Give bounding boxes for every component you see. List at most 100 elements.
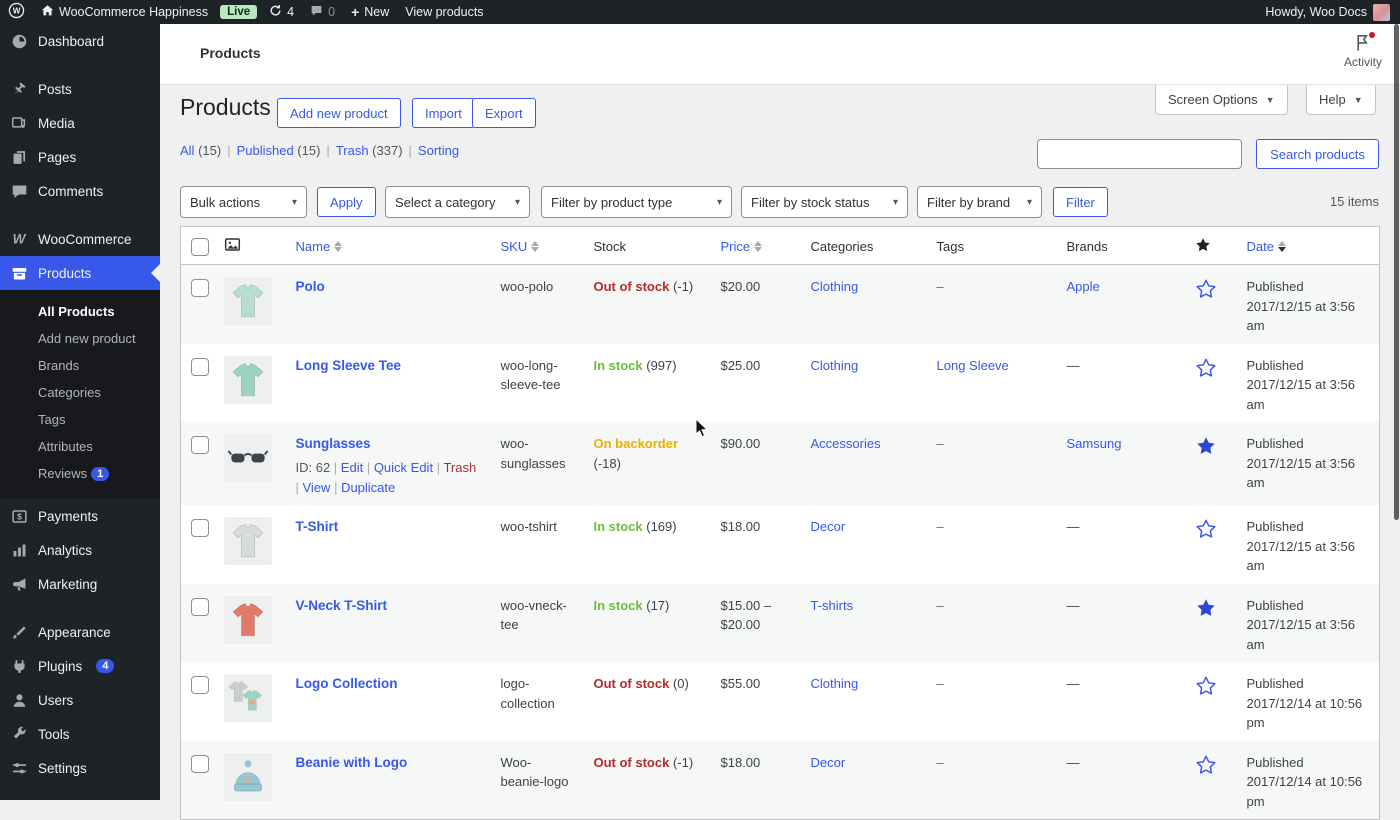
- sort-by-sku[interactable]: SKU: [501, 239, 540, 254]
- submenu-item-brands[interactable]: Brands: [0, 352, 160, 379]
- wordpress-logo-icon[interactable]: W: [0, 0, 33, 24]
- scrollbar[interactable]: [1394, 24, 1399, 520]
- site-name: WooCommerce Happiness: [59, 5, 209, 19]
- product-thumbnail[interactable]: [223, 517, 272, 566]
- help-tab[interactable]: Help ▼: [1306, 85, 1376, 115]
- category-link[interactable]: Accessories: [811, 436, 881, 451]
- filter-button[interactable]: Filter: [1053, 187, 1108, 217]
- comments-link[interactable]: 0: [302, 0, 343, 24]
- product-thumbnail[interactable]: [223, 434, 272, 482]
- sidebar-item-tools[interactable]: Tools: [0, 717, 160, 751]
- product-name-link[interactable]: T-Shirt: [296, 519, 339, 534]
- row-checkbox[interactable]: [191, 279, 209, 297]
- search-products-button[interactable]: Search products: [1256, 139, 1379, 169]
- submenu-item-attributes[interactable]: Attributes: [0, 433, 160, 460]
- stock-status-filter-select[interactable]: Filter by stock status ▾: [741, 186, 908, 218]
- sidebar-item-analytics[interactable]: Analytics: [0, 533, 160, 567]
- activity-button[interactable]: Activity: [1344, 32, 1382, 69]
- sidebar-item-posts[interactable]: Posts: [0, 72, 160, 106]
- product-name-link[interactable]: V-Neck T-Shirt: [296, 598, 388, 613]
- category-filter-select[interactable]: Select a category ▾: [385, 186, 530, 218]
- row-action-edit[interactable]: Edit: [341, 460, 363, 475]
- new-content-link[interactable]: + New: [343, 0, 397, 24]
- product-thumbnail[interactable]: [223, 355, 272, 404]
- featured-star-outline-icon[interactable]: [1195, 278, 1227, 300]
- submenu-item-reviews[interactable]: Reviews 1: [0, 460, 160, 487]
- product-name-cell: Beanie with Logo: [276, 741, 491, 820]
- row-action-duplicate[interactable]: Duplicate: [341, 480, 395, 495]
- view-link-all[interactable]: All: [180, 143, 194, 158]
- view-link-published[interactable]: Published: [237, 143, 294, 158]
- product-thumbnail[interactable]: [223, 277, 272, 325]
- view-link-sorting[interactable]: Sorting: [418, 143, 459, 158]
- featured-star-outline-icon[interactable]: [1195, 357, 1227, 379]
- account-menu[interactable]: Howdy, Woo Docs: [1265, 3, 1400, 21]
- export-button[interactable]: Export: [472, 98, 536, 128]
- submenu-item-tags[interactable]: Tags: [0, 406, 160, 433]
- featured-star-filled-icon[interactable]: [1195, 435, 1227, 457]
- sidebar-item-users[interactable]: Users: [0, 683, 160, 717]
- submenu-item-add-new-product[interactable]: Add new product: [0, 325, 160, 352]
- product-name-link[interactable]: Beanie with Logo: [296, 755, 408, 770]
- category-link[interactable]: T-shirts: [811, 598, 854, 613]
- row-checkbox[interactable]: [191, 754, 209, 773]
- category-link[interactable]: Clothing: [811, 279, 859, 294]
- featured-star-filled-icon[interactable]: [1195, 597, 1227, 619]
- product-name-link[interactable]: Polo: [296, 279, 325, 294]
- row-checkbox[interactable]: [191, 436, 209, 454]
- category-link[interactable]: Decor: [811, 755, 846, 770]
- sidebar-item-dashboard[interactable]: Dashboard: [0, 24, 160, 58]
- row-action-view[interactable]: View: [303, 480, 331, 495]
- search-input[interactable]: [1037, 139, 1242, 169]
- sidebar-item-payments[interactable]: $ Payments: [0, 499, 160, 533]
- featured-star-outline-icon[interactable]: [1195, 518, 1227, 540]
- view-link-trash[interactable]: Trash: [336, 143, 369, 158]
- category-link[interactable]: Clothing: [811, 676, 859, 691]
- screen-options-tab[interactable]: Screen Options ▼: [1155, 85, 1288, 115]
- view-products-link[interactable]: View products: [397, 0, 491, 24]
- sort-by-price[interactable]: Price: [721, 239, 763, 254]
- sidebar-item-comments[interactable]: Comments: [0, 174, 160, 208]
- sidebar-item-marketing[interactable]: Marketing: [0, 567, 160, 601]
- sidebar-item-appearance[interactable]: Appearance: [0, 615, 160, 649]
- sidebar-item-settings[interactable]: Settings: [0, 751, 160, 785]
- featured-star-outline-icon[interactable]: [1195, 754, 1227, 776]
- row-checkbox[interactable]: [191, 519, 209, 538]
- product-name-link[interactable]: Long Sleeve Tee: [296, 358, 402, 373]
- product-type-filter-select[interactable]: Filter by product type ▾: [541, 186, 732, 218]
- product-thumbnail[interactable]: [223, 674, 272, 723]
- product-thumbnail[interactable]: [223, 595, 272, 644]
- tag-link[interactable]: Long Sleeve: [937, 358, 1009, 373]
- row-checkbox[interactable]: [191, 357, 209, 376]
- row-action-quick-edit[interactable]: Quick Edit: [374, 460, 433, 475]
- updates-link[interactable]: 4: [261, 0, 302, 24]
- sort-by-date[interactable]: Date: [1247, 239, 1286, 254]
- category-link[interactable]: Clothing: [811, 358, 859, 373]
- row-action-trash[interactable]: Trash: [443, 460, 476, 475]
- category-link[interactable]: Decor: [811, 519, 846, 534]
- row-checkbox[interactable]: [191, 676, 209, 695]
- sidebar-item-woocommerce[interactable]: W WooCommerce: [0, 222, 160, 256]
- add-new-product-button[interactable]: Add new product: [277, 98, 401, 128]
- sidebar-item-products[interactable]: Products: [0, 256, 160, 290]
- sort-by-name[interactable]: Name: [296, 239, 343, 254]
- featured-star-outline-icon[interactable]: [1195, 675, 1227, 697]
- select-all-checkbox[interactable]: [191, 238, 209, 256]
- bulk-actions-select[interactable]: Bulk actions ▾: [180, 186, 307, 218]
- sidebar-item-pages[interactable]: Pages: [0, 140, 160, 174]
- submenu-item-categories[interactable]: Categories: [0, 379, 160, 406]
- row-checkbox[interactable]: [191, 597, 209, 616]
- product-thumbnail[interactable]: [223, 752, 272, 801]
- brand-link[interactable]: Samsung: [1067, 436, 1122, 451]
- sidebar-item-plugins[interactable]: Plugins 4: [0, 649, 160, 683]
- brand-filter-select[interactable]: Filter by brand ▾: [917, 186, 1042, 218]
- product-name-link[interactable]: Logo Collection: [296, 676, 398, 691]
- site-name-link[interactable]: WooCommerce Happiness: [33, 0, 216, 24]
- apply-button[interactable]: Apply: [317, 187, 376, 217]
- featured-cell: [1185, 422, 1237, 505]
- submenu-item-all-products[interactable]: All Products: [0, 298, 160, 325]
- import-button[interactable]: Import: [412, 98, 475, 128]
- product-name-link[interactable]: Sunglasses: [296, 436, 371, 451]
- brand-link[interactable]: Apple: [1067, 279, 1100, 294]
- sidebar-item-media[interactable]: Media: [0, 106, 160, 140]
